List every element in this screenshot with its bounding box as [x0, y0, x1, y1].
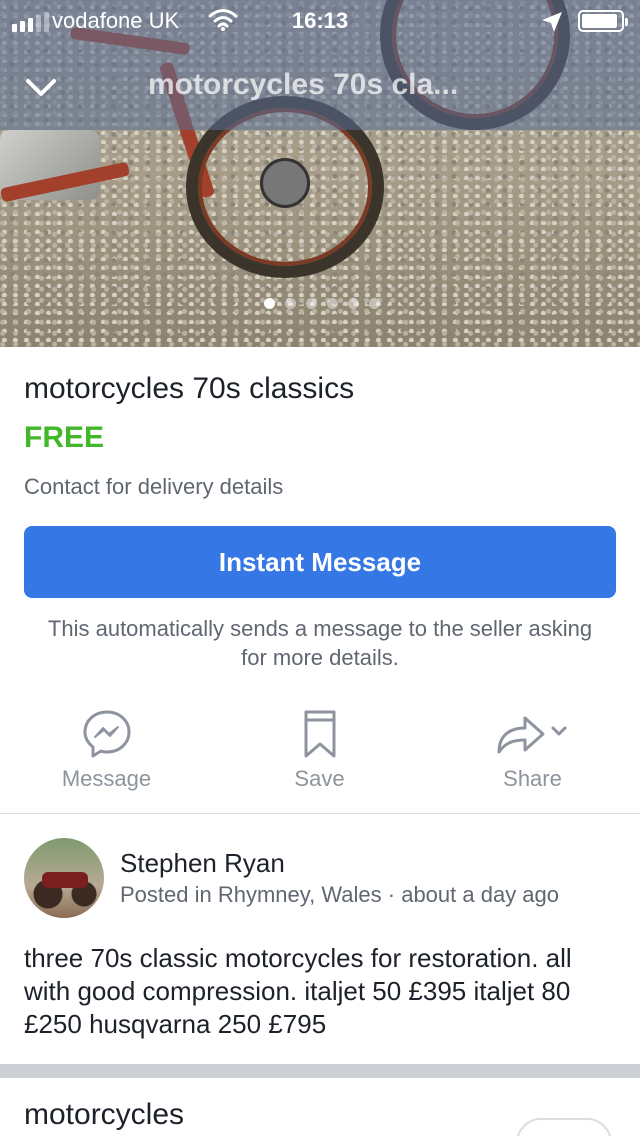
- share-icon: [497, 716, 566, 754]
- message-action-button[interactable]: Message: [0, 700, 213, 812]
- photo-wheel-hub: [260, 158, 310, 208]
- pagination-dot: [264, 298, 275, 309]
- seller-avatar[interactable]: [24, 838, 104, 918]
- action-row: Message Save Share: [0, 700, 640, 812]
- instant-message-helper-text: This automatically sends a message to th…: [47, 616, 593, 670]
- location-arrow-icon: [542, 12, 562, 32]
- photo-pagination[interactable]: [264, 298, 380, 309]
- pagination-dot: [327, 298, 338, 309]
- chevron-down-icon[interactable]: [24, 70, 58, 104]
- status-bar: vodafone UK 16:13: [0, 0, 640, 42]
- bookmark-icon: [304, 710, 335, 758]
- section-toggle[interactable]: [516, 1118, 612, 1136]
- nav-title: motorcycles 70s cla...: [148, 68, 459, 101]
- share-action-button[interactable]: Share: [426, 700, 639, 812]
- section-separator: [0, 1064, 640, 1078]
- listing-title: motorcycles 70s classics: [24, 372, 355, 405]
- seller-location-time: Posted in Rhymney, Wales · about a day a…: [120, 882, 560, 907]
- pagination-dot: [369, 298, 380, 309]
- listing-price: FREE: [24, 421, 105, 454]
- seller-info[interactable]: Stephen Ryan Posted in Rhymney, Wales · …: [0, 830, 640, 930]
- share-action-label: Share: [503, 766, 562, 791]
- pagination-dot: [348, 298, 359, 309]
- listing-description: three 70s classic motorcycles for restor…: [24, 943, 572, 1039]
- divider: [0, 813, 640, 814]
- delivery-note: Contact for delivery details: [24, 474, 284, 499]
- save-action-label: Save: [294, 766, 345, 791]
- seller-name[interactable]: Stephen Ryan: [120, 848, 285, 879]
- instant-message-button[interactable]: Instant Message: [24, 526, 616, 598]
- messenger-icon: [83, 710, 130, 758]
- related-section-title: motorcycles: [24, 1098, 185, 1131]
- pagination-dot: [306, 298, 317, 309]
- message-action-label: Message: [61, 766, 152, 791]
- pagination-dot: [285, 298, 296, 309]
- nav-bar: motorcycles 70s cla...: [0, 50, 640, 122]
- save-action-button[interactable]: Save: [213, 700, 426, 812]
- battery-icon: [578, 10, 628, 32]
